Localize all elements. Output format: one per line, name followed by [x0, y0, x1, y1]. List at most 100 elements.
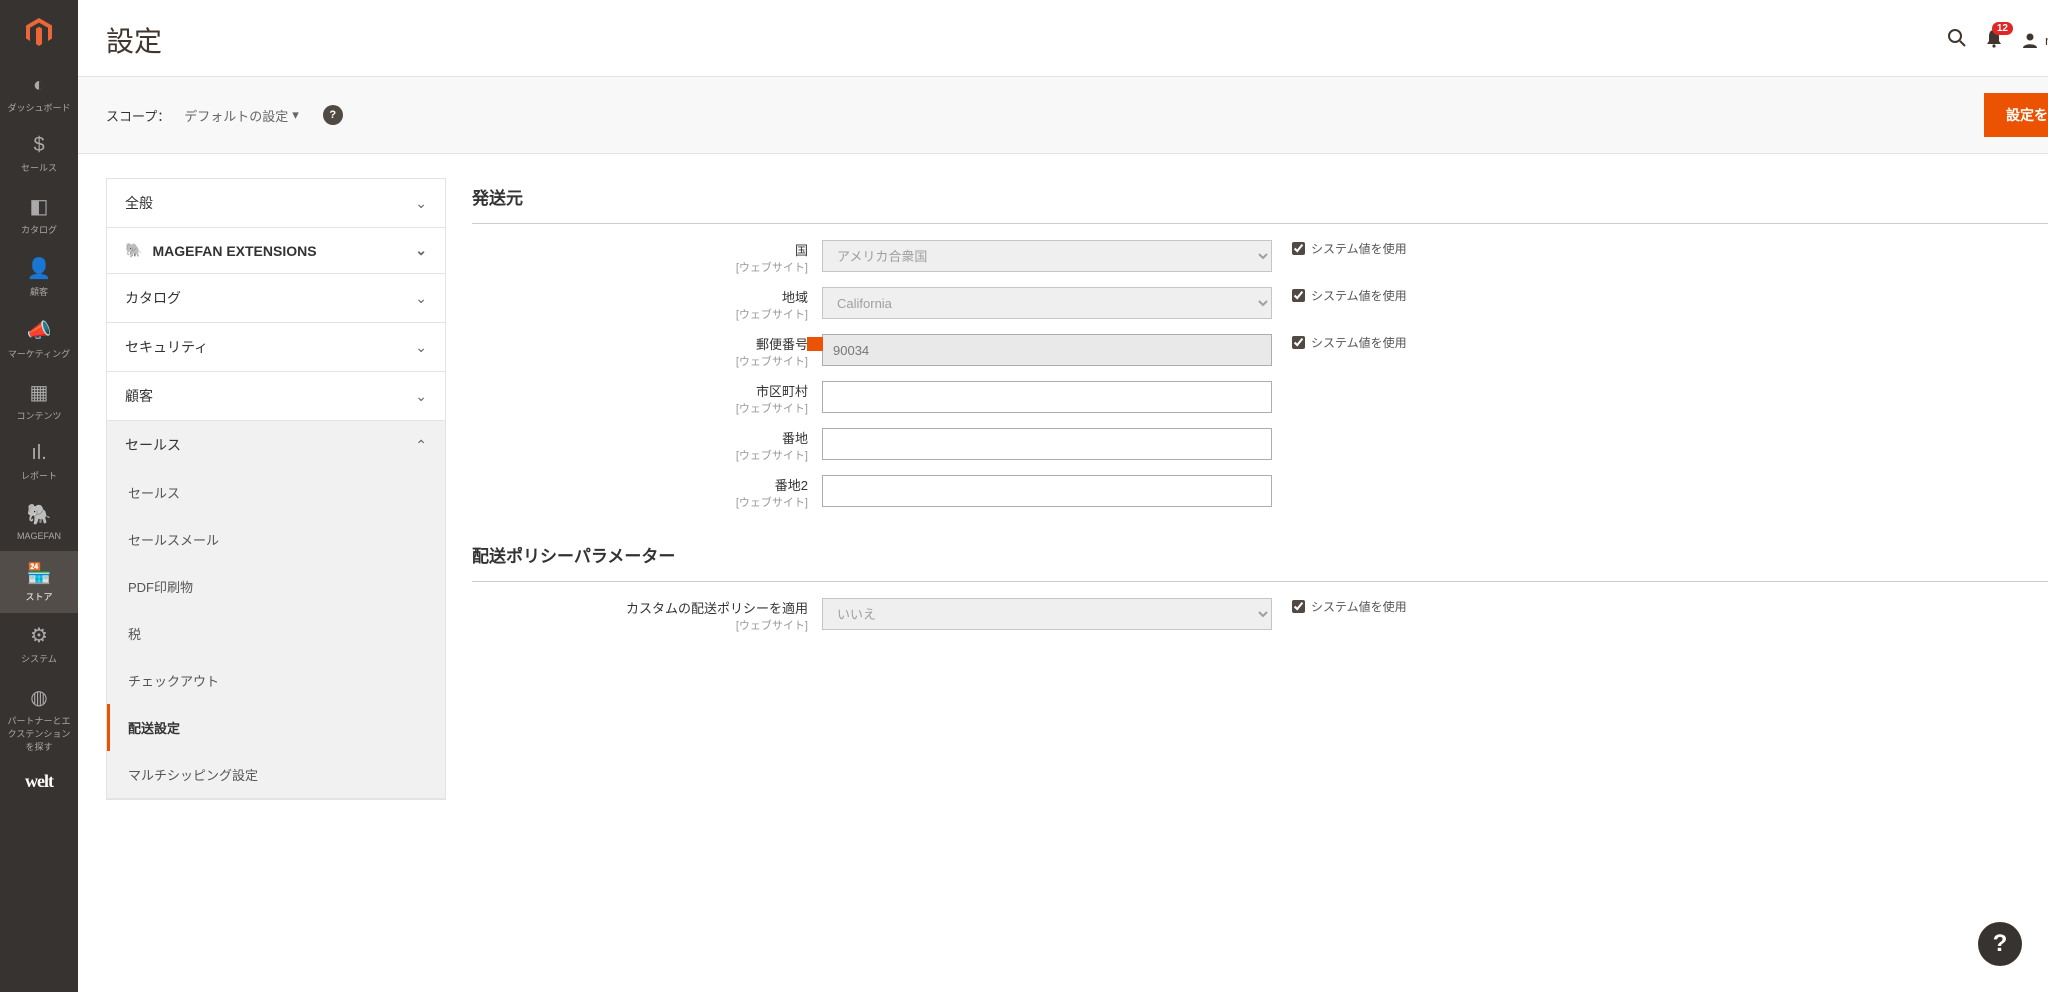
- nav-label: レポート: [21, 469, 57, 482]
- country-select[interactable]: アメリカ合衆国: [822, 240, 1272, 272]
- tab-item-tax[interactable]: 税: [107, 610, 445, 657]
- nav-magefan[interactable]: 🐘 MAGEFAN: [0, 492, 78, 551]
- nav-customers[interactable]: 👤顧客: [0, 246, 78, 308]
- tab-item-sales[interactable]: セールス: [107, 469, 445, 516]
- zip-input[interactable]: [822, 334, 1272, 366]
- use-system-checkbox[interactable]: [1292, 600, 1305, 613]
- use-system-label: システム値を使用: [1311, 334, 1407, 351]
- help-fab[interactable]: ?: [1978, 922, 2022, 966]
- region-select[interactable]: California: [822, 287, 1272, 319]
- nav-catalog[interactable]: ◧カタログ: [0, 184, 78, 246]
- elephant-icon: 🐘: [27, 502, 52, 527]
- use-system-country[interactable]: システム値を使用: [1272, 240, 1407, 257]
- store-icon: 🏪: [27, 561, 52, 586]
- config-toolbar: スコープ： デフォルトの設定 ▾ ? 設定を保存: [78, 76, 2048, 154]
- field-scope: [ウェブサイト]: [472, 259, 808, 275]
- use-system-policy[interactable]: システム値を使用: [1272, 598, 1407, 615]
- nav-content[interactable]: ▦コンテンツ: [0, 370, 78, 432]
- notifications-icon[interactable]: 12: [1985, 28, 2003, 53]
- grid-icon: ▦: [30, 380, 49, 405]
- scope-label: スコープ：: [106, 106, 170, 125]
- tab-item-multishipping[interactable]: マルチシッピング設定: [107, 751, 445, 798]
- section-header-origin[interactable]: 発送元 ⌃: [472, 178, 2048, 224]
- save-button[interactable]: 設定を保存: [1984, 93, 2048, 137]
- tab-item-shipping-settings[interactable]: 配送設定: [107, 704, 445, 751]
- tab-group-security[interactable]: セキュリティ⌄: [107, 323, 445, 371]
- admin-sidebar: ◐ダッシュボード $ セールス ◧カタログ 👤顧客 📣マーケティング ▦コンテンツ…: [0, 0, 78, 992]
- tab-group-general[interactable]: 全般⌄: [107, 179, 445, 227]
- field-country: 国 [ウェブサイト] アメリカ合衆国 システム値を使用: [472, 240, 2048, 275]
- magento-logo[interactable]: [0, 0, 78, 64]
- scope-switcher[interactable]: デフォルトの設定 ▾: [184, 106, 299, 125]
- apply-policy-select[interactable]: いいえ: [822, 598, 1272, 630]
- user-menu[interactable]: regular ▾: [2021, 31, 2048, 49]
- nav-partners[interactable]: ◍パートナーとエクステンションを探す: [0, 675, 78, 763]
- tab-item-pdf[interactable]: PDF印刷物: [107, 563, 445, 610]
- tab-group-label: MAGEFAN EXTENSIONS: [152, 243, 316, 259]
- nav-label: ダッシュボード: [7, 101, 70, 114]
- page-header: 設定 12 regular ▾: [78, 0, 2048, 76]
- field-label: カスタムの配送ポリシーを適用: [472, 598, 808, 617]
- use-system-label: システム値を使用: [1311, 287, 1407, 304]
- scope-value: デフォルトの設定: [184, 106, 288, 125]
- use-system-checkbox[interactable]: [1292, 336, 1305, 349]
- field-scope: [ウェブサイト]: [472, 617, 808, 633]
- field-region: 地域 [ウェブサイト] California システム値を使用: [472, 287, 2048, 322]
- partners-icon: ◍: [30, 685, 47, 710]
- use-system-checkbox[interactable]: [1292, 289, 1305, 302]
- field-label: 国: [472, 240, 808, 259]
- tab-item-sales-emails[interactable]: セールスメール: [107, 516, 445, 563]
- nav-label: 顧客: [30, 285, 48, 298]
- nav-label: セールス: [21, 161, 57, 174]
- tab-group-label: 全般: [125, 193, 153, 213]
- street1-input[interactable]: [822, 428, 1272, 460]
- box-icon: ◧: [30, 194, 49, 219]
- nav-reports[interactable]: ıl. レポート: [0, 432, 78, 492]
- nav-stores[interactable]: 🏪 ストア: [0, 551, 78, 613]
- page-title: 設定: [106, 20, 1947, 60]
- chevron-up-icon: ⌃: [415, 437, 427, 454]
- section-title: 配送ポリシーパラメーター: [472, 542, 675, 567]
- use-system-region[interactable]: システム値を使用: [1272, 287, 1407, 304]
- scope-help-icon[interactable]: ?: [323, 105, 343, 125]
- field-label: 地域: [472, 287, 808, 306]
- tab-group-sales[interactable]: セールス⌃: [107, 421, 445, 469]
- field-label: 番地: [472, 428, 808, 447]
- bars-icon: ıl.: [31, 442, 47, 465]
- tab-group-catalog[interactable]: カタログ ⌄: [107, 274, 445, 322]
- tab-group-customers[interactable]: 顧客⌄: [107, 372, 445, 420]
- tab-group-label: セキュリティ: [125, 337, 208, 357]
- nav-label: マーケティング: [8, 347, 70, 360]
- nav-label: システム: [21, 652, 57, 665]
- nav-marketing[interactable]: 📣マーケティング: [0, 308, 78, 370]
- use-system-zip[interactable]: システム値を使用: [1272, 334, 1407, 351]
- welt-logo[interactable]: welt: [0, 771, 78, 792]
- tab-item-checkout[interactable]: チェックアウト: [107, 657, 445, 704]
- field-street2: 番地2 [ウェブサイト]: [472, 475, 2048, 510]
- dollar-icon: $: [33, 134, 44, 157]
- tab-group-magefan[interactable]: 🐘MAGEFAN EXTENSIONS⌄: [107, 228, 445, 273]
- nav-dashboard[interactable]: ◐ダッシュボード: [0, 64, 78, 124]
- section-header-policy[interactable]: 配送ポリシーパラメーター ⌃: [472, 536, 2048, 582]
- nav-system[interactable]: ⚙システム: [0, 613, 78, 675]
- section-shipping-policy: 配送ポリシーパラメーター ⌃ カスタムの配送ポリシーを適用 [ウェブサイト] い…: [472, 536, 2048, 633]
- use-system-checkbox[interactable]: [1292, 242, 1305, 255]
- chevron-down-icon: ⌄: [415, 290, 427, 307]
- tab-group-label: カタログ: [125, 288, 181, 308]
- nav-label: MAGEFAN: [17, 531, 61, 541]
- config-tabs: 全般⌄ 🐘MAGEFAN EXTENSIONS⌄ カタログ ⌄ セキュリティ⌄ 顧…: [106, 178, 446, 800]
- section-title: 発送元: [472, 184, 523, 209]
- config-panel: 発送元 ⌃ 国 [ウェブサイト] アメリカ合衆国 システム値を使用: [472, 178, 2048, 659]
- street2-input[interactable]: [822, 475, 1272, 507]
- nav-label: ストア: [25, 590, 52, 603]
- field-street1: 番地 [ウェブサイト]: [472, 428, 2048, 463]
- field-label: 市区町村: [472, 381, 808, 400]
- field-scope: [ウェブサイト]: [472, 353, 808, 369]
- search-icon[interactable]: [1947, 28, 1967, 53]
- section-origin: 発送元 ⌃ 国 [ウェブサイト] アメリカ合衆国 システム値を使用: [472, 178, 2048, 510]
- nav-sales[interactable]: $ セールス: [0, 124, 78, 184]
- field-scope: [ウェブサイト]: [472, 400, 808, 416]
- field-scope: [ウェブサイト]: [472, 494, 808, 510]
- city-input[interactable]: [822, 381, 1272, 413]
- tab-group-label: 顧客: [125, 386, 153, 406]
